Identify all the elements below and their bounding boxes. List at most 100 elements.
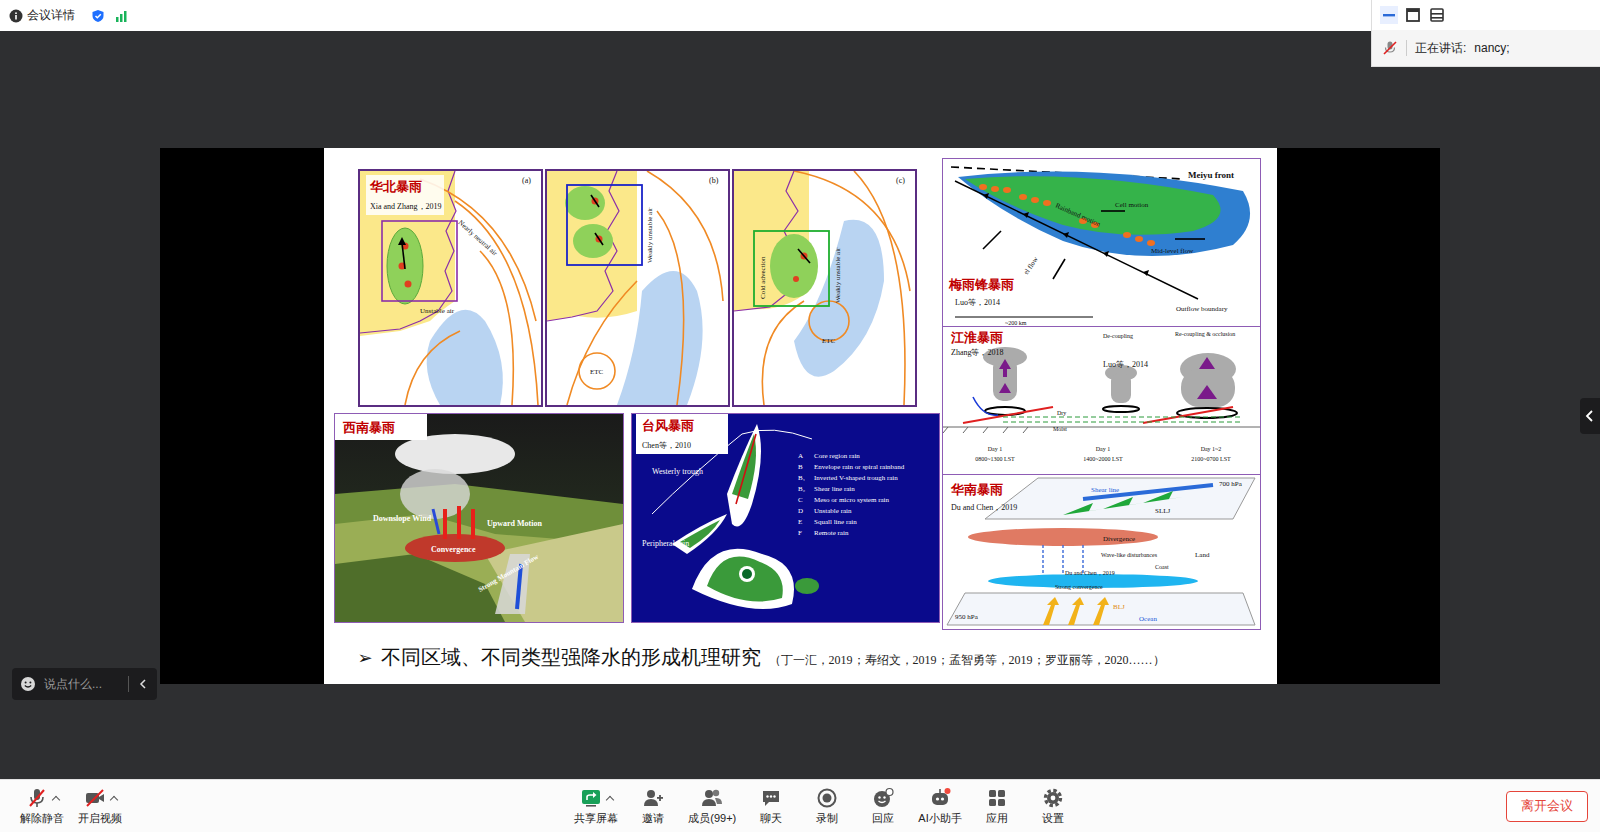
legend-item: BEnvelope rain or spiral rainband [798, 463, 905, 471]
meeting-title: 会议详情 [27, 7, 75, 24]
bullet-marker: ➢ [358, 647, 373, 668]
minimize-icon[interactable] [1380, 6, 1398, 24]
toolbar-button[interactable]: 成员(99+) [688, 787, 736, 826]
blj-label: BLJ [1113, 603, 1125, 611]
stage-label: De-coupling [1103, 333, 1133, 339]
air-label: Cold advection [759, 256, 767, 299]
figure-citation: Chen等，2010 [642, 441, 691, 450]
side-panel-toggle[interactable] [1580, 398, 1600, 434]
north-china-diagram: 华北暴雨Xia and Zhang，2019(a)Nearly neutral … [360, 171, 541, 405]
toolbar-label: 聊天 [760, 811, 782, 826]
bullet-text: 不同区域、不同类型强降水的形成机理研究 [381, 644, 761, 671]
south-china-diagram: 华南暴雨Du and Chen，2019700 hPaShear lineSLL… [943, 475, 1260, 628]
caret-icon[interactable] [109, 795, 117, 803]
figure-title: 西南暴雨 [342, 420, 395, 435]
signal-icon[interactable] [115, 9, 129, 23]
motion-label: Upward Motion [487, 519, 542, 528]
toolbar-label: AI小助手 [918, 811, 961, 826]
legend-text: Remote rain [814, 529, 849, 537]
toolbar-button[interactable]: 解除静音 [20, 787, 64, 826]
figure-title: 华北暴雨 [369, 179, 422, 194]
toolbar-button[interactable]: 设置 [1032, 787, 1074, 826]
level-label: 700 hPa [1219, 480, 1243, 488]
list-icon[interactable] [1428, 6, 1446, 24]
level-label: 950 hPa [955, 613, 979, 621]
inner-citation: Du and Chen，2019 [1065, 570, 1115, 576]
legend-item: ESquall line rain [798, 518, 857, 526]
figure-title: 江淮暴雨 [950, 330, 1003, 345]
toolbar-button[interactable]: 共享屏幕 [574, 787, 618, 826]
bullet-references: （丁一汇，2019；寿绍文，2019；孟智勇等，2019；罗亚丽等，2020……… [769, 652, 1165, 669]
collapse-icon[interactable] [137, 678, 149, 690]
hour-label: 1400~2000 LST [1083, 456, 1123, 462]
shear-label: Shear line [1091, 486, 1119, 494]
leave-meeting-button[interactable]: 离开会议 [1506, 791, 1588, 822]
speaker-name: nancy; [1474, 41, 1509, 55]
legend-key: C [798, 496, 803, 504]
toolbar-label: 解除静音 [20, 811, 64, 826]
land-label: Land [1195, 551, 1210, 559]
meiyu-diagram: Meiyu frontCell motionRainband motionMid… [943, 159, 1260, 326]
typhoon-diagram: 台风暴雨Chen等，2010Westerly troughPeripheral … [632, 414, 939, 622]
toolbar-button[interactable]: 回应 [862, 787, 904, 826]
legend-key: A [798, 452, 803, 460]
etc-label: ETC [822, 337, 836, 345]
south-china-figure: 华南暴雨Du and Chen，2019700 hPaShear lineSLL… [942, 475, 1261, 630]
shield-icon[interactable] [91, 9, 105, 23]
bottom-toolbar: 解除静音开启视频 共享屏幕邀请 成员(99+) 聊天 录制回应 AI小助手应用设置 离开会议 [0, 779, 1600, 832]
legend-text: Meso or micro system rain [814, 496, 890, 504]
legend-key: B₂ [798, 485, 806, 493]
hour-label: 0800~1300 LST [975, 456, 1015, 462]
figure-citation: Luo等，2014 [955, 298, 1000, 307]
toolbar-button[interactable]: 开启视频 [78, 787, 122, 826]
toolbar-button[interactable]: 邀请 [632, 787, 674, 826]
time-label: Day 10800~1300 LST [975, 446, 1015, 462]
figure-citation: Zhang等，2018 [951, 348, 1003, 357]
day-label: Day 1 [1095, 446, 1110, 452]
midlevel-flow-label: Mid-level flow [1151, 247, 1194, 255]
meeting-info-button[interactable]: 会议详情 [9, 7, 75, 24]
shared-screen-area: 华北暴雨Xia and Zhang，2019(a)Nearly neutral … [0, 31, 1600, 779]
settings-icon [1042, 787, 1064, 809]
legend-key: B [798, 463, 803, 471]
divergence-label: Divergence [1103, 535, 1135, 543]
southwest-figure: 西南暴雨Downslope WindUpward MotionConvergen… [334, 413, 624, 623]
outflow-label: Outflow boundary [1176, 305, 1228, 313]
layer-label: Dry [1057, 410, 1066, 416]
hour-label: 2100~0700 LST [1191, 456, 1231, 462]
toolbar-button[interactable]: 聊天 [750, 787, 792, 826]
ocean-label: Ocean [1139, 615, 1157, 623]
toolbar-label: 邀请 [642, 811, 664, 826]
air-label: Weakly unstable air [834, 247, 842, 303]
meiyu-figure: Meiyu frontCell motionRainband motionMid… [942, 158, 1261, 327]
toolbar-button[interactable]: 应用 [976, 787, 1018, 826]
convergence-label: Strong convergence [1055, 584, 1103, 590]
panel-tag: (b) [709, 176, 719, 185]
share-screen-icon [580, 787, 602, 809]
peripheral-label: Peripheral rain [642, 539, 689, 548]
reaction-icon [872, 787, 894, 809]
north-china-panel: (b)Weakly unstable airETC [545, 169, 730, 407]
figure-citation: Du and Chen，2019 [951, 503, 1017, 512]
chevron-left-icon [1584, 408, 1596, 424]
jianghuai-diagram: DryMoist江淮暴雨Zhang等，2018Luo等，2014De-coupl… [943, 327, 1260, 473]
legend-key: D [798, 507, 803, 515]
chat-input[interactable]: 说点什么... [12, 668, 157, 700]
legend-text: Unstable rain [814, 507, 852, 515]
muted-mic-icon[interactable] [1382, 40, 1398, 56]
emoji-icon[interactable] [20, 676, 36, 692]
caret-icon[interactable] [606, 795, 614, 803]
legend-item: ACore region rain [798, 452, 860, 460]
air-label: Unstable air [420, 307, 455, 315]
window-icon[interactable] [1404, 6, 1422, 24]
north-china-diagram: (b)Weakly unstable airETC [547, 171, 728, 405]
panel-tag: (a) [522, 176, 531, 185]
wind-label: Downslope Wind [373, 514, 432, 523]
caret-icon[interactable] [51, 795, 59, 803]
speaking-label: 正在讲话: [1415, 40, 1466, 57]
toolbar-button[interactable]: 录制 [806, 787, 848, 826]
toolbar-button[interactable]: AI小助手 [918, 787, 961, 826]
trough-label: Westerly trough [652, 467, 703, 476]
toolbar-label: 设置 [1042, 811, 1064, 826]
members-icon [701, 787, 723, 809]
